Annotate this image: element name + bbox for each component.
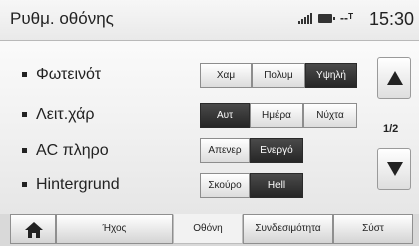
clock: 15:30 xyxy=(369,9,415,29)
signal-icon xyxy=(298,13,312,24)
brightness-high-button[interactable]: Υψηλή xyxy=(305,63,357,88)
brightness-medium-button[interactable]: Πολυμ xyxy=(252,63,305,88)
network-status: --ᵀ xyxy=(340,11,354,25)
setting-label-ac-info: AC πληρο xyxy=(22,141,109,161)
arrow-down-icon xyxy=(387,162,403,176)
setting-label-map-mode: Λειτ.χάρ xyxy=(22,105,94,125)
setting-label-brightness: Φωτεινότ xyxy=(22,65,101,85)
setting-label-background: Hintergrund xyxy=(22,175,120,195)
tab-sound[interactable]: Ήχος xyxy=(56,214,173,244)
home-button[interactable] xyxy=(10,214,56,244)
bullet-icon xyxy=(22,112,27,118)
background-dark-button[interactable]: Σκούρο xyxy=(200,173,250,198)
scroll-up-button[interactable] xyxy=(377,57,411,99)
battery-icon xyxy=(318,14,335,23)
ac-info-on-button[interactable]: Ενεργό xyxy=(250,138,303,163)
tab-connectivity[interactable]: Συνδεσιμότητα xyxy=(243,214,333,244)
page-indicator: 1/2 xyxy=(383,123,399,135)
brightness-low-button[interactable]: Χαμ xyxy=(200,63,252,88)
map-mode-auto-button[interactable]: Αυτ xyxy=(200,103,250,128)
page-title: Ρυθμ. οθόνης xyxy=(10,9,114,28)
header-bar: Ρυθμ. οθόνης --ᵀ 15:30 xyxy=(0,0,419,41)
ac-info-off-button[interactable]: Απενερ xyxy=(200,138,250,163)
map-mode-day-button[interactable]: Ημέρα xyxy=(250,103,303,128)
map-mode-night-button[interactable]: Νύχτα xyxy=(303,103,357,128)
background-light-button[interactable]: Hell xyxy=(250,173,303,198)
bullet-icon xyxy=(22,148,27,154)
tab-display[interactable]: Οθόνη xyxy=(173,214,243,244)
arrow-up-icon xyxy=(387,71,403,85)
tab-system[interactable]: Σύστ xyxy=(333,214,413,244)
display-settings-screen: Ρυθμ. οθόνης --ᵀ 15:30 Φωτεινότ Χαμ Πολυ… xyxy=(0,0,419,246)
scroll-down-button[interactable] xyxy=(377,148,411,190)
bullet-icon xyxy=(22,72,27,78)
home-icon xyxy=(25,222,43,238)
bullet-icon xyxy=(22,182,27,188)
